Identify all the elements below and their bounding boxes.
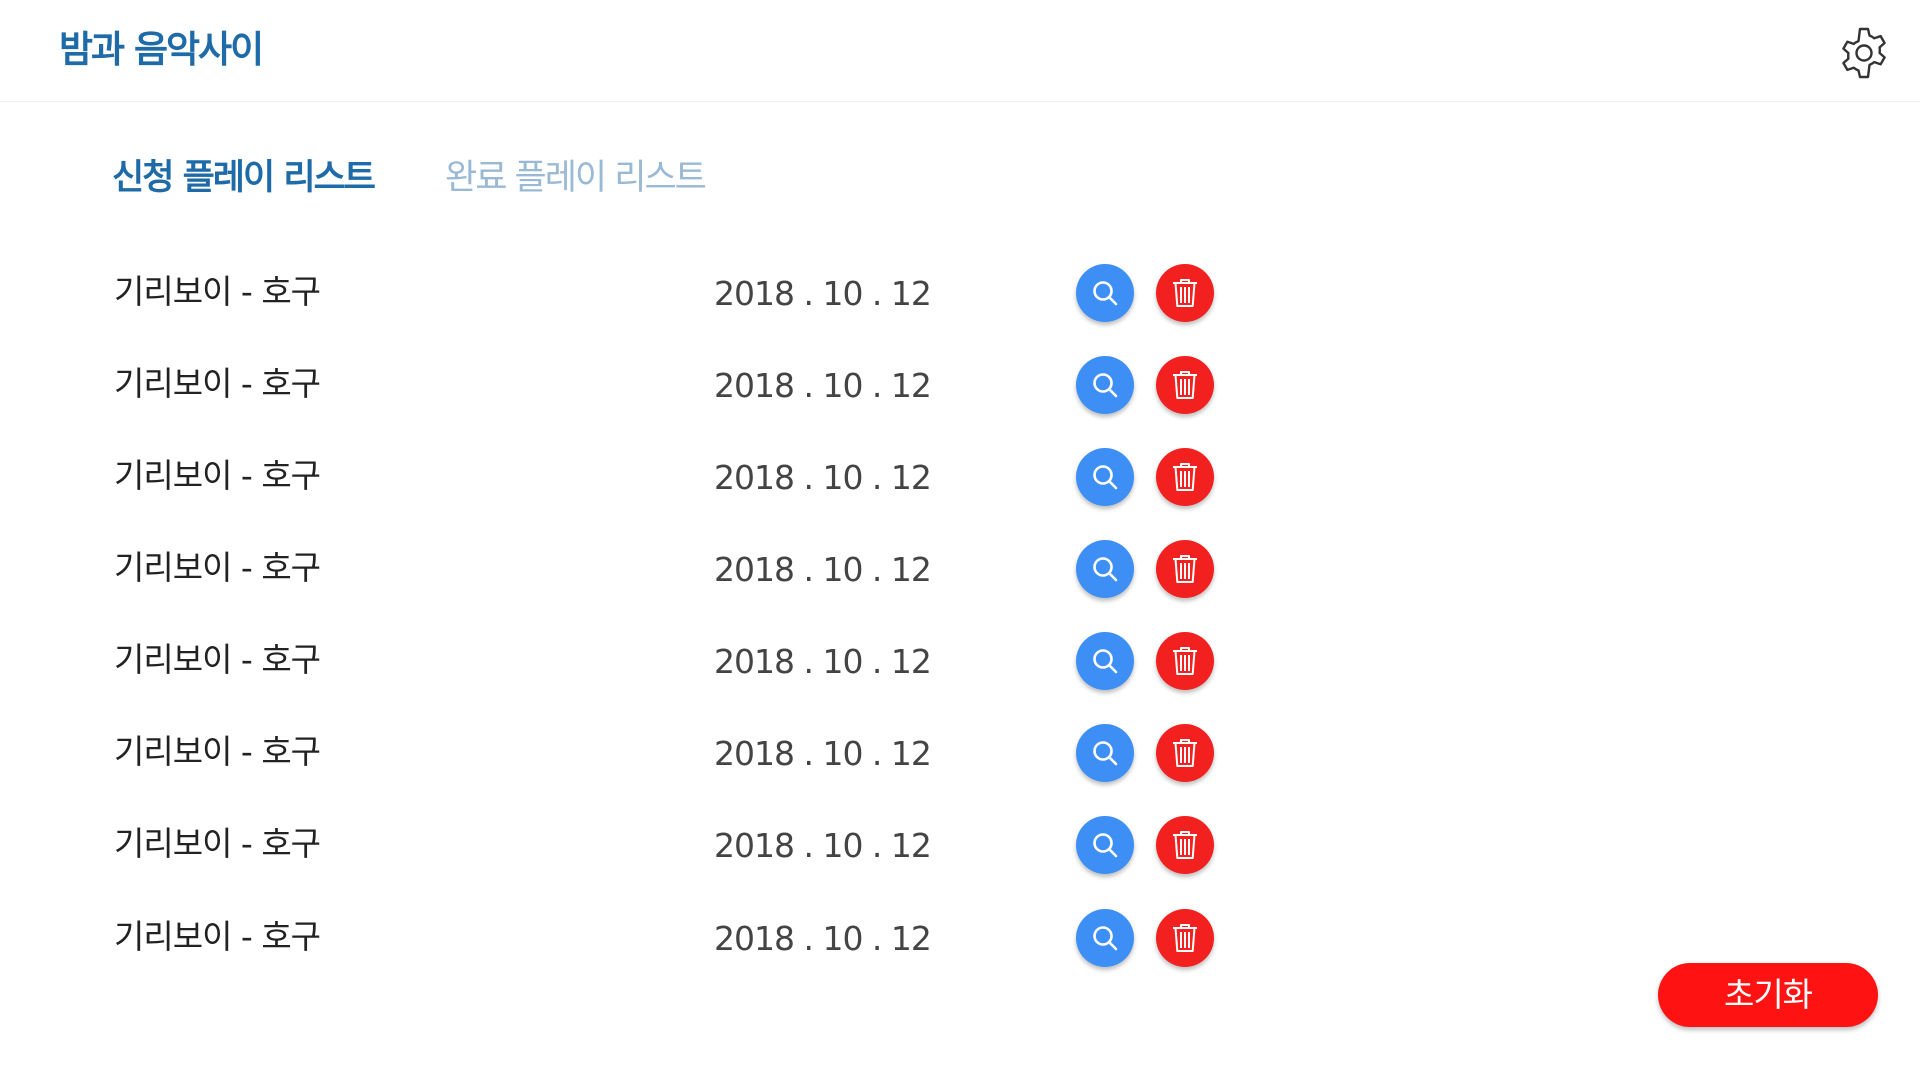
list-item: 기리보이 - 호구 2018 . 10 . 12 [0,350,1920,420]
request-date: 2018 . 10 . 12 [714,734,932,773]
list-item: 기리보이 - 호구 2018 . 10 . 12 [0,258,1920,328]
request-date: 2018 . 10 . 12 [714,919,932,958]
song-title: 기리보이 - 호구 [114,548,321,587]
song-title: 기리보이 - 호구 [114,456,321,495]
search-icon [1090,923,1120,953]
delete-button[interactable] [1156,632,1214,690]
trash-icon [1170,644,1200,678]
song-title: 기리보이 - 호구 [114,640,321,679]
search-button[interactable] [1076,816,1134,874]
delete-button[interactable] [1156,448,1214,506]
search-button[interactable] [1076,448,1134,506]
delete-button[interactable] [1156,356,1214,414]
playlist: 기리보이 - 호구 2018 . 10 . 12 기리보이 - 호구 2018 . 1… [0,0,1920,1080]
list-item: 기리보이 - 호구 2018 . 10 . 12 [0,442,1920,512]
search-icon [1090,462,1120,492]
search-button[interactable] [1076,540,1134,598]
song-title: 기리보이 - 호구 [114,272,321,311]
trash-icon [1170,921,1200,955]
request-date: 2018 . 10 . 12 [714,642,932,681]
song-title: 기리보이 - 호구 [114,732,321,771]
delete-button[interactable] [1156,909,1214,967]
request-date: 2018 . 10 . 12 [714,274,932,313]
list-item: 기리보이 - 호구 2018 . 10 . 12 [0,626,1920,696]
list-item: 기리보이 - 호구 2018 . 10 . 12 [0,718,1920,788]
reset-button[interactable]: 초기화 [1658,963,1878,1027]
list-item: 기리보이 - 호구 2018 . 10 . 12 [0,903,1920,973]
delete-button[interactable] [1156,540,1214,598]
request-date: 2018 . 10 . 12 [714,826,932,865]
song-title: 기리보이 - 호구 [114,917,321,956]
request-date: 2018 . 10 . 12 [714,366,932,405]
search-button[interactable] [1076,264,1134,322]
search-icon [1090,370,1120,400]
search-button[interactable] [1076,356,1134,414]
list-item: 기리보이 - 호구 2018 . 10 . 12 [0,534,1920,604]
request-date: 2018 . 10 . 12 [714,458,932,497]
search-icon [1090,278,1120,308]
trash-icon [1170,276,1200,310]
search-icon [1090,554,1120,584]
delete-button[interactable] [1156,816,1214,874]
search-button[interactable] [1076,909,1134,967]
trash-icon [1170,736,1200,770]
search-icon [1090,738,1120,768]
trash-icon [1170,552,1200,586]
list-item: 기리보이 - 호구 2018 . 10 . 12 [0,810,1920,880]
request-date: 2018 . 10 . 12 [714,550,932,589]
trash-icon [1170,460,1200,494]
search-icon [1090,830,1120,860]
delete-button[interactable] [1156,724,1214,782]
search-icon [1090,646,1120,676]
search-button[interactable] [1076,724,1134,782]
song-title: 기리보이 - 호구 [114,824,321,863]
song-title: 기리보이 - 호구 [114,364,321,403]
delete-button[interactable] [1156,264,1214,322]
search-button[interactable] [1076,632,1134,690]
trash-icon [1170,368,1200,402]
trash-icon [1170,828,1200,862]
